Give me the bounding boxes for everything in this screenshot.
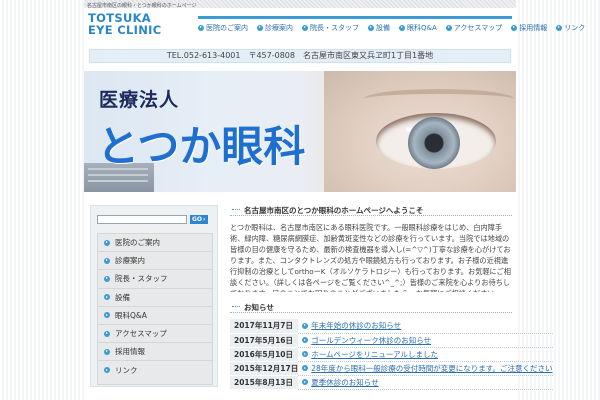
- news-link[interactable]: ホームページをリニューアルしました: [302, 349, 438, 360]
- news-row: 2016年5月10日 ホームページをリニューアルしました: [230, 347, 553, 362]
- sidebar-item-label: 医院のご案内: [115, 238, 160, 248]
- arrow-circle-icon: [104, 312, 110, 319]
- arrow-circle-icon: [104, 367, 110, 374]
- arrow-circle-icon: [302, 322, 309, 329]
- arrow-circle-icon: [399, 24, 405, 31]
- sidebar-item-equipment[interactable]: 設備: [98, 289, 212, 307]
- go-arrow-icon: ›: [203, 215, 206, 223]
- arrow-circle-icon: [104, 294, 110, 301]
- hero-title: とつか眼科: [97, 122, 306, 171]
- sidebar-item-label: 診療案内: [115, 256, 145, 266]
- main-content: 名古屋市南区のとつか眼科のホームページへようこそ とつか眼科は、名古屋市南区にあ…: [230, 205, 553, 400]
- news-date: 2017年5月16日: [230, 333, 299, 348]
- welcome-heading: 名古屋市南区のとつか眼科のホームページへようこそ: [230, 205, 512, 216]
- news-row: 2015年8月13日 夏季休診のお知らせ: [230, 375, 553, 390]
- logo-line2: EYE CLINIC: [88, 23, 162, 37]
- arrow-circle-icon: [104, 239, 110, 246]
- news-date: 2015年12月17日: [230, 361, 299, 376]
- hero-subtitle: 医療法人: [99, 89, 180, 111]
- nav-item-label: アクセスマップ: [453, 23, 503, 32]
- eye-iris: [408, 117, 460, 169]
- news-link-text: 28年度から眼科一般診療の受付時間が変更になります。ご注意ください: [311, 363, 553, 373]
- site-tagline: 名古屋市南区の眼科・とつか眼科のホームページ: [87, 3, 197, 9]
- site-logo[interactable]: TOTSUKA EYE CLINIC: [88, 12, 178, 36]
- eye-shape: [376, 113, 496, 169]
- arrow-circle-icon: [302, 351, 309, 357]
- sidebar: GO › 医院のご案内 診療案内 院長・スタッフ 設備 眼科Q&A アクセスマッ…: [90, 205, 218, 387]
- sidebar-item-label: リンク: [115, 365, 138, 375]
- news-date: 2016年5月10日: [230, 347, 299, 362]
- sidebar-item-label: 院長・スタッフ: [115, 274, 168, 284]
- news-link[interactable]: ゴールデンウィーク休診のお知らせ: [302, 335, 431, 346]
- sidebar-menu: 医院のご案内 診療案内 院長・スタッフ 設備 眼科Q&A アクセスマップ 採用情…: [97, 233, 213, 385]
- arrow-circle-icon: [302, 24, 308, 31]
- hero-banner: 医療法人 とつか眼科: [84, 71, 516, 192]
- eyebrow-shape: [364, 89, 514, 109]
- sidebar-item-recruit[interactable]: 採用情報: [98, 343, 212, 362]
- eye-photo: [324, 71, 516, 192]
- arrow-circle-icon: [511, 24, 518, 31]
- eye-glint: [406, 127, 411, 132]
- search-go-button[interactable]: GO ›: [190, 214, 208, 224]
- arrow-circle-icon: [302, 337, 309, 343]
- arrow-circle-icon: [302, 379, 309, 385]
- news-date: 2017年11月7日: [230, 319, 299, 334]
- sidebar-item-staff[interactable]: 院長・スタッフ: [98, 270, 212, 289]
- sidebar-item-label: 設備: [115, 292, 130, 302]
- nav-item-label: 院長・スタッフ: [310, 23, 359, 32]
- arrow-circle-icon: [104, 348, 110, 355]
- nav-item-label: 診療案内: [265, 23, 293, 32]
- search-input[interactable]: [97, 214, 187, 224]
- contact-bar: TEL.052-613-4001 〒457-0808 名古屋市南区東又兵ヱ町1丁…: [89, 49, 511, 63]
- nav-item-label: 採用情報: [519, 23, 548, 32]
- nav-item-staff[interactable]: 院長・スタッフ: [302, 23, 359, 33]
- news-link-text: 夏季休診のお知らせ: [311, 377, 379, 387]
- sidebar-item-access[interactable]: アクセスマップ: [98, 325, 212, 344]
- sidebar-item-about[interactable]: 医院のご案内: [98, 234, 212, 253]
- nav-item-recruit[interactable]: 採用情報: [511, 23, 547, 33]
- sidebar-item-services[interactable]: 診療案内: [98, 252, 212, 271]
- nav-item-label: 眼科Q&A: [407, 23, 437, 32]
- news-link-text: 年末年始の休診のお知らせ: [311, 321, 402, 331]
- page-container: 名古屋市南区の眼科・とつか眼科のホームページ TOTSUKA EYE CLINI…: [84, 0, 585, 400]
- nav-item-faq[interactable]: 眼科Q&A: [399, 23, 437, 33]
- sidebar-item-faq[interactable]: 眼科Q&A: [98, 307, 212, 325]
- nav-item-access[interactable]: アクセスマップ: [445, 23, 503, 33]
- arrow-circle-icon: [104, 330, 110, 337]
- arrow-circle-icon: [257, 24, 263, 31]
- arrow-circle-icon: [302, 365, 309, 371]
- news-link[interactable]: 年末年始の休診のお知らせ: [302, 320, 401, 331]
- news-heading: お知らせ: [230, 302, 512, 313]
- sidebar-item-label: 採用情報: [115, 347, 145, 357]
- arrow-circle-icon: [198, 24, 204, 31]
- news-row: 2017年5月16日 ゴールデンウィーク休診のお知らせ: [230, 333, 553, 348]
- sidebar-item-label: 眼科Q&A: [115, 310, 147, 320]
- arrow-circle-icon: [556, 24, 563, 31]
- arrow-circle-icon: [445, 24, 452, 31]
- sidebar-item-label: アクセスマップ: [115, 329, 167, 339]
- arrow-circle-icon: [368, 24, 374, 31]
- news-row: 2015年12月17日 28年度から眼科一般診療の受付時間が変更になります。ご注…: [230, 361, 553, 376]
- nav-item-links[interactable]: リンク: [556, 23, 585, 33]
- news-link-text: ホームページをリニューアルしました: [311, 349, 438, 359]
- nav-item-label: 設備: [376, 23, 390, 32]
- news-link-text: ゴールデンウィーク休診のお知らせ: [311, 335, 432, 345]
- arrow-circle-icon: [104, 257, 110, 264]
- go-label: GO: [192, 215, 203, 223]
- news-table: 2017年11月7日 年末年始の休診のお知らせ 2017年5月16日 ゴールデン…: [230, 319, 553, 390]
- news-link[interactable]: 夏季休診のお知らせ: [302, 377, 379, 388]
- news-date: 2015年8月13日: [230, 375, 299, 390]
- nav-item-services[interactable]: 診療案内: [257, 23, 293, 33]
- nav-item-label: 医院のご案内: [206, 23, 248, 32]
- news-row: 2017年11月7日 年末年始の休診のお知らせ: [230, 319, 553, 334]
- nav-item-label: リンク: [564, 23, 586, 32]
- arrow-circle-icon: [104, 275, 110, 282]
- nav-item-about[interactable]: 医院のご案内: [198, 23, 248, 33]
- sidebar-item-links[interactable]: リンク: [98, 361, 212, 379]
- intro-text: とつか眼科は、名古屋市南区にある眼科医院です。一般眼科診療をはじめ、白内障手術、…: [230, 223, 511, 292]
- news-link[interactable]: 28年度から眼科一般診療の受付時間が変更になります。ご注意ください: [302, 363, 553, 374]
- search-box: GO ›: [97, 212, 211, 226]
- global-nav: 医院のご案内 診療案内 院長・スタッフ 設備 眼科Q&A アクセスマップ 採用情…: [198, 16, 585, 34]
- nav-item-equipment[interactable]: 設備: [368, 23, 390, 33]
